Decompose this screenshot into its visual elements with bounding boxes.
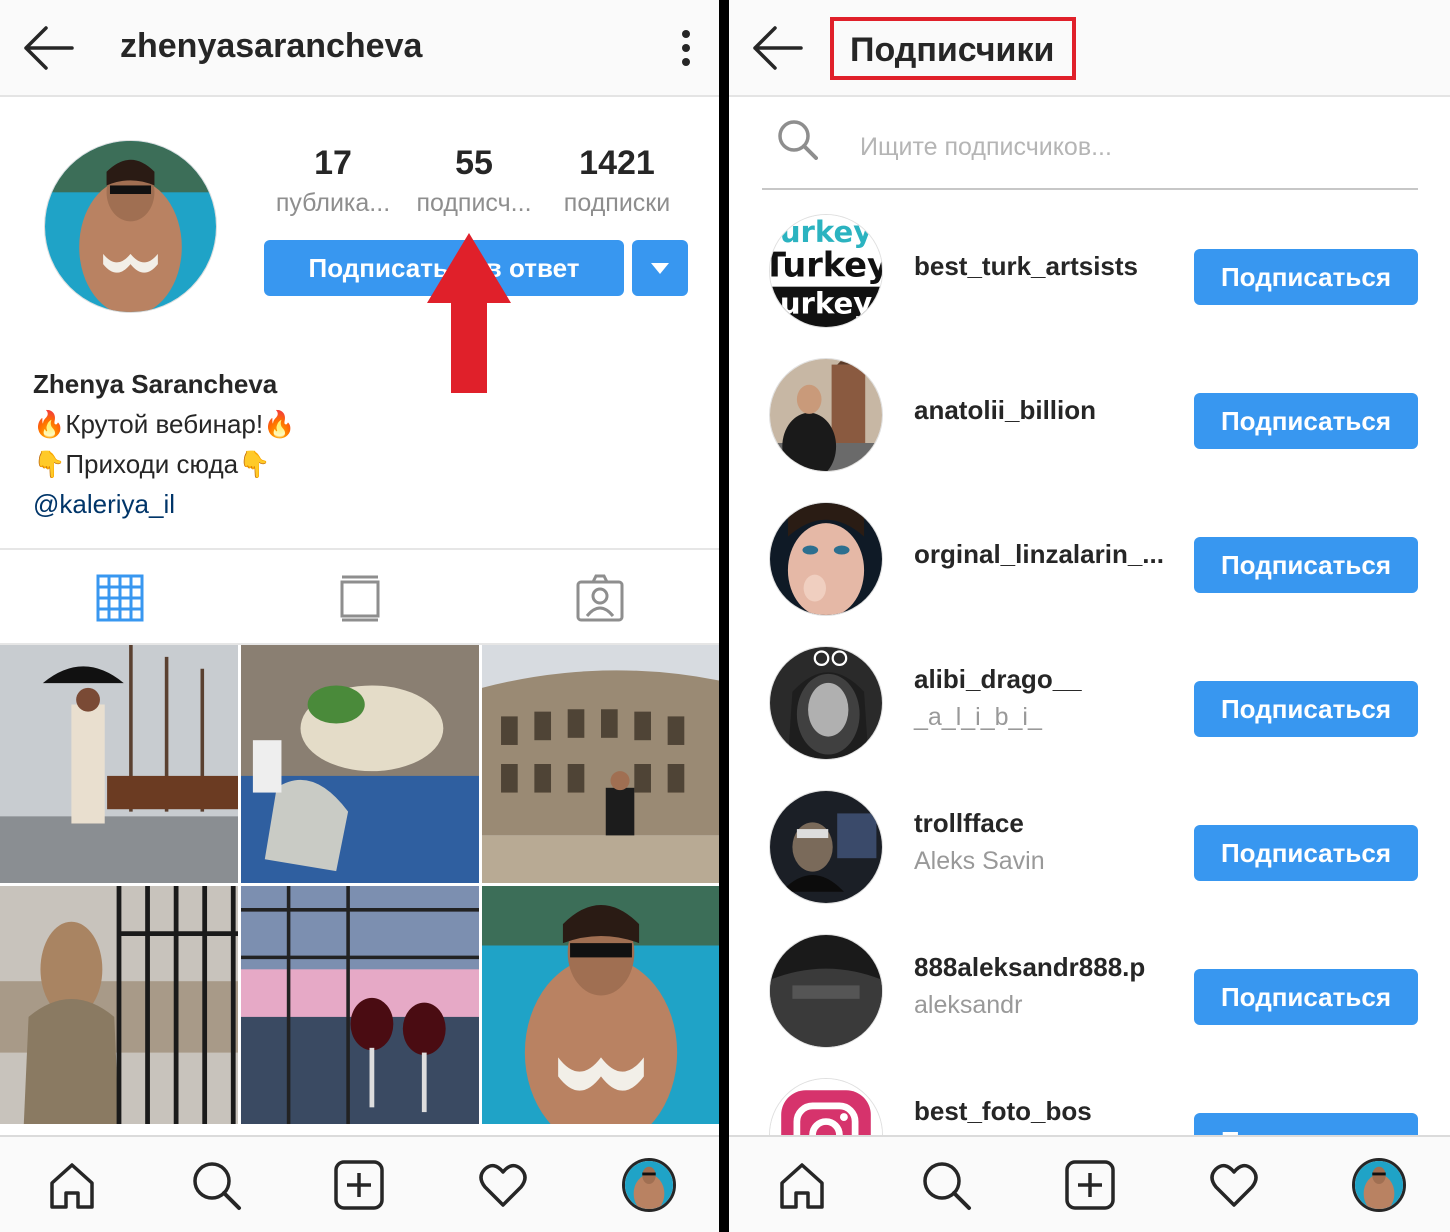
follower-avatar[interactable] bbox=[769, 790, 883, 904]
bio-link[interactable]: @kaleriya_il bbox=[33, 484, 296, 524]
search-icon[interactable] bbox=[190, 1159, 242, 1211]
stat-followers[interactable]: 55 подписч... bbox=[404, 143, 544, 223]
more-vertical-icon[interactable] bbox=[679, 30, 693, 70]
follower-avatar[interactable] bbox=[769, 358, 883, 472]
post-thumbnail[interactable] bbox=[482, 645, 719, 883]
search-underline bbox=[762, 188, 1418, 190]
post-thumbnail[interactable] bbox=[241, 886, 479, 1124]
follower-avatar[interactable]: urkey Turkey urkey bbox=[769, 214, 883, 328]
followers-top-bar: Подписчики bbox=[729, 0, 1450, 97]
bio-line-2: 👇Приходи сюда👇 bbox=[33, 449, 271, 479]
stat-following-value: 1421 bbox=[579, 144, 655, 182]
bio-line-1: 🔥Крутой вебинар!🔥 bbox=[33, 409, 296, 439]
follower-row[interactable]: trollfface Aleks Savin Подписаться bbox=[729, 778, 1450, 922]
follower-username: trollfface bbox=[914, 808, 1024, 838]
follower-full-name: aleksandr bbox=[914, 991, 1023, 1019]
red-arrow-annotation bbox=[427, 233, 511, 393]
follower-avatar[interactable] bbox=[769, 934, 883, 1048]
stat-posts-label: публика... bbox=[275, 189, 391, 217]
add-post-icon[interactable] bbox=[333, 1159, 385, 1211]
search-icon bbox=[776, 118, 818, 160]
stat-posts[interactable]: 17 публика... bbox=[263, 143, 403, 223]
suggestions-dropdown-button[interactable] bbox=[632, 240, 688, 296]
follower-username: best_foto_bos bbox=[914, 1096, 1092, 1126]
follower-row[interactable]: anatolii_billion Подписаться bbox=[729, 346, 1450, 490]
follower-row[interactable]: alibi_drago__ _a_l_i_b_i_ Подписаться bbox=[729, 634, 1450, 778]
search-icon[interactable] bbox=[920, 1159, 972, 1211]
add-post-icon[interactable] bbox=[1064, 1159, 1116, 1211]
profile-top-bar: zhenyasarancheva bbox=[0, 0, 719, 97]
follower-full-name: Aleks Savin bbox=[914, 847, 1045, 875]
svg-text:Turkey: Turkey bbox=[770, 246, 882, 285]
profile-full-name: Zhenya Sarancheva bbox=[33, 369, 278, 399]
follower-username: 888aleksandr888.p bbox=[914, 952, 1146, 982]
feed-icon[interactable] bbox=[336, 574, 384, 622]
follower-username: orginal_linzalarin_... bbox=[914, 539, 1164, 569]
profile-bio: Zhenya Sarancheva 🔥Крутой вебинар!🔥 👇При… bbox=[33, 364, 296, 524]
profile-tabs bbox=[0, 548, 719, 645]
bottom-navigation bbox=[729, 1135, 1450, 1232]
grid-icon[interactable] bbox=[96, 574, 144, 622]
follower-full-name: _a_l_i_b_i_ bbox=[914, 703, 1042, 731]
profile-avatar[interactable] bbox=[1352, 1158, 1406, 1212]
post-thumbnail[interactable] bbox=[0, 645, 238, 883]
home-icon[interactable] bbox=[46, 1159, 98, 1211]
follow-button[interactable]: Подписаться bbox=[1194, 393, 1418, 449]
tagged-icon[interactable] bbox=[576, 574, 624, 622]
svg-text:urkey: urkey bbox=[780, 287, 872, 321]
arrow-left-icon[interactable] bbox=[22, 24, 74, 72]
profile-avatar[interactable] bbox=[622, 1158, 676, 1212]
followers-search-input[interactable] bbox=[860, 122, 1400, 172]
heart-icon[interactable] bbox=[1208, 1159, 1260, 1211]
follower-row[interactable]: urkey Turkey urkey best_turk_artsists По… bbox=[729, 202, 1450, 346]
profile-username-title: zhenyasarancheva bbox=[120, 27, 423, 65]
follower-row[interactable]: 888aleksandr888.p aleksandr Подписаться bbox=[729, 922, 1450, 1066]
post-thumbnail[interactable] bbox=[241, 645, 479, 883]
follower-avatar[interactable] bbox=[769, 502, 883, 616]
post-thumbnail[interactable] bbox=[0, 886, 238, 1124]
follower-row[interactable]: orginal_linzalarin_... Подписаться bbox=[729, 490, 1450, 634]
arrow-left-icon[interactable] bbox=[751, 24, 803, 72]
home-icon[interactable] bbox=[776, 1159, 828, 1211]
post-thumbnail[interactable] bbox=[482, 886, 719, 1124]
posts-grid bbox=[0, 645, 719, 1135]
followers-title: Подписчики bbox=[850, 31, 1055, 69]
highlight-box: Подписчики bbox=[830, 17, 1076, 80]
chevron-down-icon bbox=[651, 263, 669, 274]
stat-posts-value: 17 bbox=[314, 144, 352, 182]
follow-button[interactable]: Подписаться bbox=[1194, 537, 1418, 593]
follower-avatar[interactable] bbox=[769, 646, 883, 760]
heart-icon[interactable] bbox=[477, 1159, 529, 1211]
profile-avatar[interactable] bbox=[44, 140, 217, 313]
follower-username: best_turk_artsists bbox=[914, 251, 1138, 281]
svg-text:urkey: urkey bbox=[780, 215, 872, 249]
stat-following[interactable]: 1421 подписки bbox=[547, 143, 687, 223]
follower-username: anatolii_billion bbox=[914, 395, 1097, 425]
follow-button[interactable]: Подписаться bbox=[1194, 249, 1418, 305]
follow-button[interactable]: Подписаться bbox=[1194, 969, 1418, 1025]
stat-following-label: подписки bbox=[563, 189, 671, 217]
follow-button[interactable]: Подписаться bbox=[1194, 681, 1418, 737]
stat-followers-label: подписч... bbox=[416, 189, 532, 217]
bottom-navigation bbox=[0, 1135, 719, 1232]
follow-button[interactable]: Подписаться bbox=[1194, 825, 1418, 881]
followers-screen: Подписчики urkey Turkey urkey best_turk_… bbox=[729, 0, 1450, 1232]
profile-screen: zhenyasarancheva 17 публика... 55 подпис… bbox=[0, 0, 719, 1232]
follower-username: alibi_drago__ bbox=[914, 664, 1082, 694]
stat-followers-value: 55 bbox=[455, 144, 493, 182]
